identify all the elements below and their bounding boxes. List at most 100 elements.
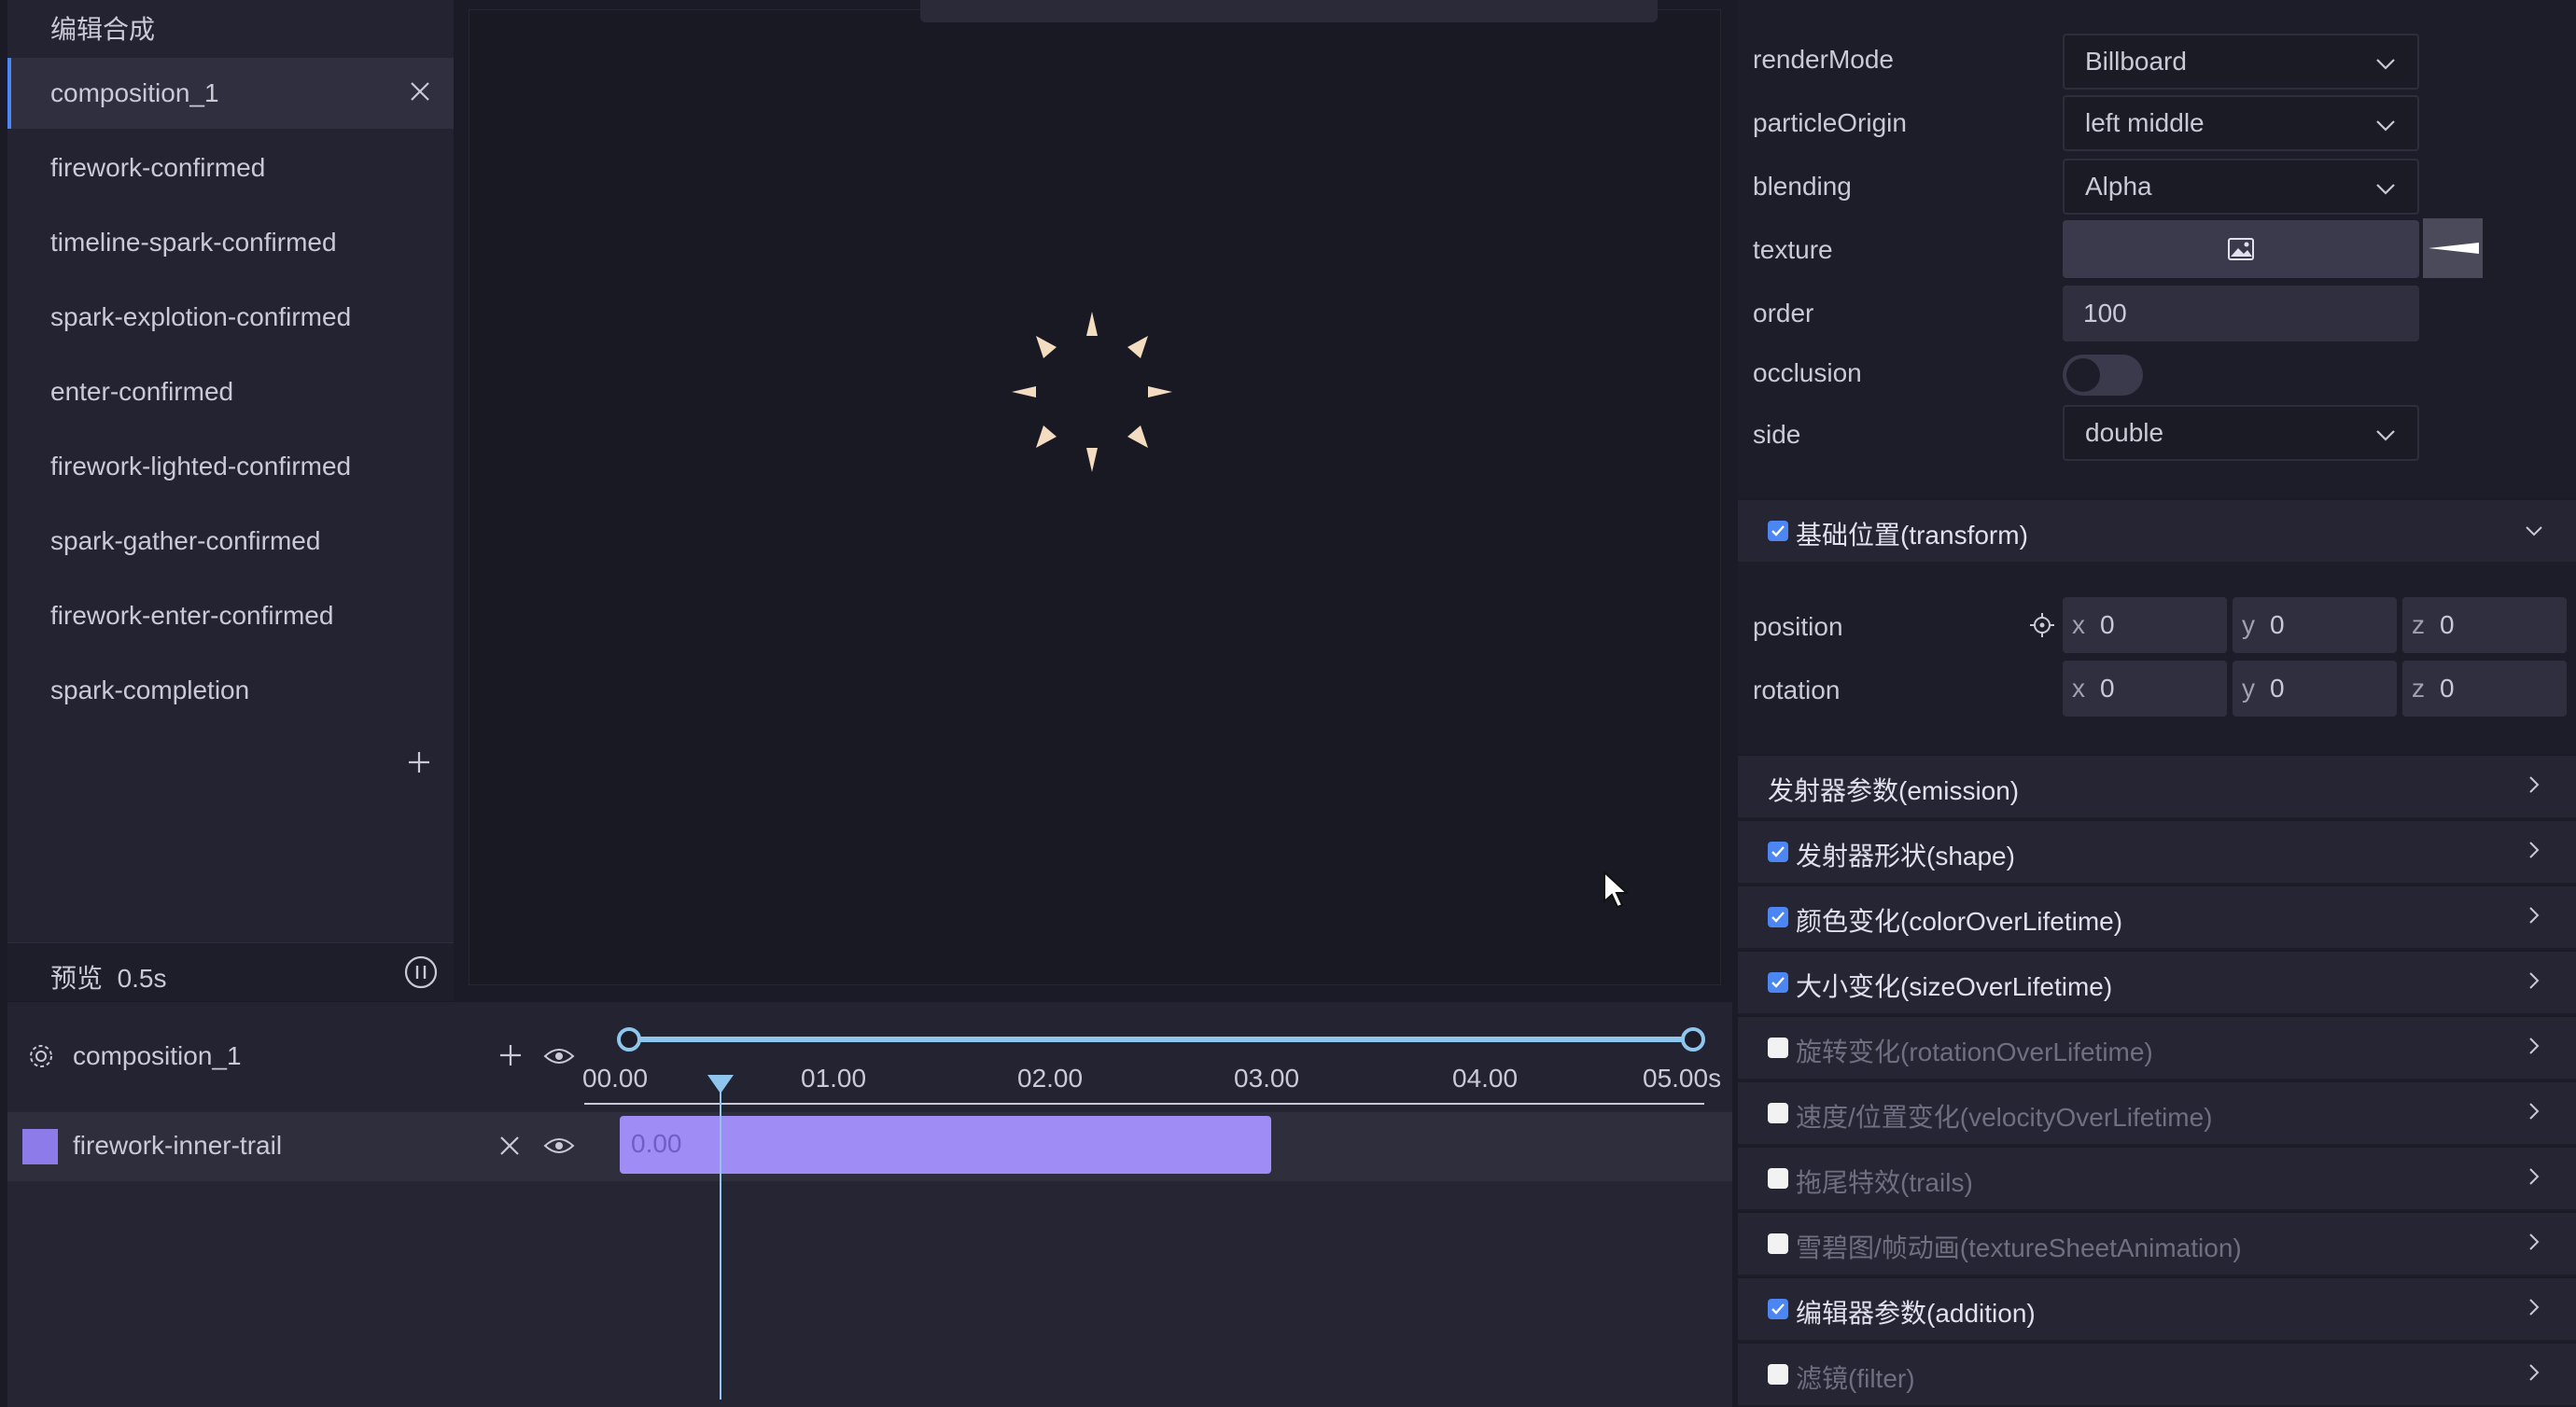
composition-item-label: firework-enter-confirmed (50, 601, 334, 630)
position-z-value: 0 (2440, 610, 2455, 639)
track-color-swatch (22, 1129, 58, 1164)
blending-select[interactable]: Alpha (2063, 159, 2419, 215)
chevron-right-icon[interactable] (2524, 1297, 2544, 1317)
playhead-line (720, 1080, 721, 1400)
axis-label: x (2072, 674, 2085, 703)
position-z-input[interactable]: z0 (2402, 597, 2567, 653)
chevron-right-icon[interactable] (2524, 1166, 2544, 1187)
check-icon (1771, 525, 1785, 536)
chevron-right-icon[interactable] (2524, 970, 2544, 991)
particle-origin-select[interactable]: left middle (2063, 95, 2419, 151)
composition-list-panel: 编辑合成 composition_1 firework-confirmed ti… (0, 0, 454, 1001)
blending-label: blending (1753, 172, 1852, 201)
composition-item-firework-enter-confirmed[interactable]: firework-enter-confirmed (7, 580, 454, 651)
order-input[interactable]: 100 (2063, 286, 2419, 341)
preview-label: 预览 0.5s (50, 958, 167, 996)
section-title-size-over-lifetime: 大小变化(sizeOverLifetime) (1796, 972, 2113, 1001)
chevron-right-icon[interactable] (2524, 774, 2544, 795)
rotation-z-value: 0 (2440, 674, 2455, 703)
clip-label: 0.00 (631, 1129, 682, 1158)
transform-body (1738, 562, 2576, 754)
composition-item-firework-lighted-confirmed[interactable]: firework-lighted-confirmed (7, 431, 454, 502)
composition-item-composition-1[interactable]: composition_1 (7, 58, 454, 129)
render-mode-select[interactable]: Billboard (2063, 34, 2419, 90)
texture-sheet-animation-checkbox[interactable] (1768, 1233, 1788, 1254)
particle-preview (1012, 312, 1172, 472)
chevron-right-icon[interactable] (2524, 905, 2544, 926)
side-value: double (2085, 418, 2164, 447)
tick-label: 04.00 (1452, 1064, 1519, 1093)
pause-icon[interactable] (403, 954, 439, 990)
section-title-filter: 滤镜(filter) (1796, 1364, 1915, 1393)
rotation-x-input[interactable]: x0 (2063, 661, 2227, 717)
shape-checkbox[interactable] (1768, 842, 1788, 862)
close-icon[interactable] (497, 1133, 523, 1159)
chevron-right-icon[interactable] (2524, 1362, 2544, 1383)
color-over-lifetime-checkbox[interactable] (1768, 907, 1788, 927)
composition-item-spark-gather-confirmed[interactable]: spark-gather-confirmed (7, 506, 454, 577)
time-range-slider[interactable] (612, 1021, 1715, 1058)
chevron-right-icon[interactable] (2524, 1101, 2544, 1121)
check-icon (1771, 1303, 1785, 1315)
composition-item-spark-completion[interactable]: spark-completion (7, 655, 454, 726)
size-over-lifetime-checkbox[interactable] (1768, 972, 1788, 993)
filter-checkbox[interactable] (1768, 1364, 1788, 1385)
composition-list-header: 编辑合成 (50, 15, 156, 44)
chevron-right-icon[interactable] (2524, 1036, 2544, 1056)
section-title-shape: 发射器形状(shape) (1796, 842, 2015, 871)
composition-item-spark-explotion-confirmed[interactable]: spark-explotion-confirmed (7, 282, 454, 353)
rotation-x-value: 0 (2100, 674, 2115, 703)
scene-viewport[interactable] (469, 9, 1721, 985)
position-x-input[interactable]: x0 (2063, 597, 2227, 653)
eye-icon[interactable] (543, 1135, 575, 1157)
check-icon (1771, 912, 1785, 923)
chevron-down-icon (2376, 120, 2395, 132)
texture-preview-image (2429, 243, 2479, 254)
velocity-over-lifetime-checkbox[interactable] (1768, 1103, 1788, 1123)
add-track-button[interactable] (497, 1041, 525, 1069)
mouse-cursor-icon (1603, 870, 1630, 909)
rotation-y-input[interactable]: y0 (2233, 661, 2397, 717)
composition-item-label: spark-explotion-confirmed (50, 302, 352, 331)
tick-label: 03.00 (1234, 1064, 1300, 1093)
composition-item-label: spark-completion (50, 676, 250, 704)
playhead-handle[interactable] (706, 1073, 735, 1095)
texture-thumbnail[interactable] (2423, 218, 2483, 278)
composition-item-firework-confirmed[interactable]: firework-confirmed (7, 132, 454, 203)
tick-label: 01.00 (801, 1064, 867, 1093)
close-icon[interactable] (407, 78, 433, 104)
side-select[interactable]: double (2063, 405, 2419, 461)
position-x-value: 0 (2100, 610, 2115, 639)
composition-item-enter-confirmed[interactable]: enter-confirmed (7, 356, 454, 427)
render-mode-value: Billboard (2085, 47, 2187, 76)
texture-picker-button[interactable] (2063, 220, 2419, 278)
position-y-input[interactable]: y0 (2233, 597, 2397, 653)
section-title-rotation-over-lifetime: 旋转变化(rotationOverLifetime) (1796, 1038, 2153, 1066)
addition-checkbox[interactable] (1768, 1299, 1788, 1319)
composition-item-timeline-spark-confirmed[interactable]: timeline-spark-confirmed (7, 207, 454, 278)
chevron-down-icon[interactable] (2524, 521, 2544, 541)
occlusion-toggle[interactable] (2063, 355, 2143, 396)
target-icon[interactable] (2029, 612, 2055, 638)
rotation-over-lifetime-checkbox[interactable] (1768, 1038, 1788, 1058)
tick-label: 05.00s (1643, 1064, 1722, 1093)
tick-label: 02.00 (1017, 1064, 1084, 1093)
top-notification-bar (920, 0, 1658, 22)
chevron-right-icon[interactable] (2524, 840, 2544, 860)
axis-label: z (2412, 610, 2425, 639)
transform-checkbox[interactable] (1768, 521, 1788, 541)
timeline-clip[interactable] (620, 1116, 1271, 1174)
rotation-label: rotation (1753, 676, 1841, 704)
render-mode-label: renderMode (1753, 45, 1894, 74)
gear-icon[interactable] (26, 1041, 56, 1071)
order-label: order (1753, 299, 1814, 327)
trails-checkbox[interactable] (1768, 1168, 1788, 1189)
rotation-y-value: 0 (2270, 674, 2285, 703)
section-title-trails: 拖尾特效(trails) (1796, 1168, 1973, 1197)
rotation-z-input[interactable]: z0 (2402, 661, 2567, 717)
chevron-down-icon (2376, 184, 2395, 195)
chevron-right-icon[interactable] (2524, 1232, 2544, 1252)
preview-bar: 预览 0.5s (7, 942, 454, 1001)
add-composition-button[interactable] (403, 746, 435, 778)
eye-icon[interactable] (543, 1045, 575, 1067)
